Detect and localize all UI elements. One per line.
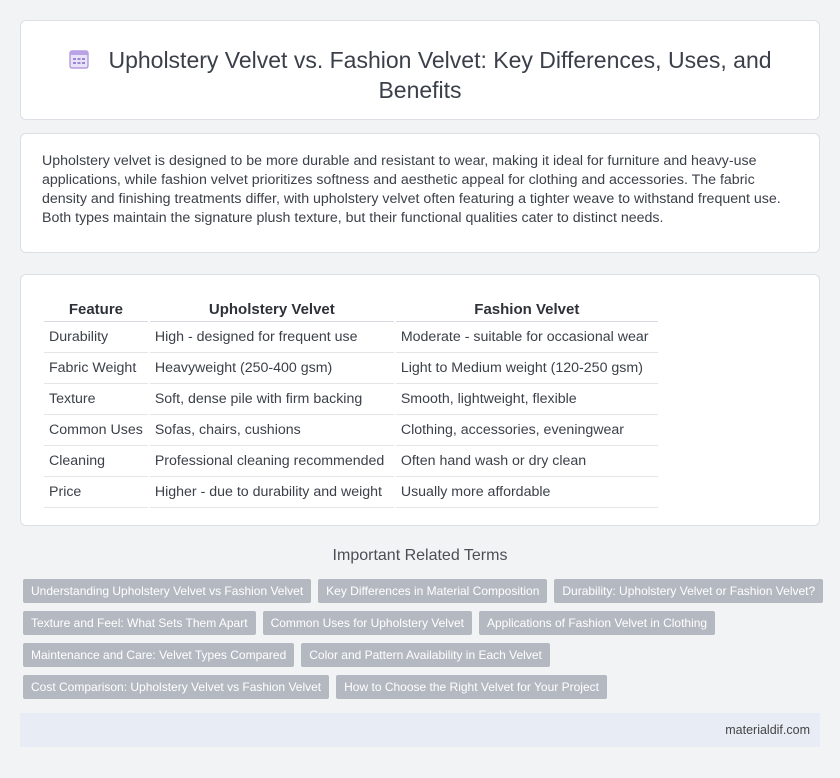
footer-bar: materialdif.com [20,713,820,747]
upholstery-cell: Heavyweight (250-400 gsm) [149,353,394,384]
title-card: Upholstery Velvet vs. Fashion Velvet: Ke… [20,20,820,120]
fashion-cell: Often hand wash or dry clean [395,446,658,477]
upholstery-cell: Soft, dense pile with firm backing [149,384,394,415]
related-term-chip[interactable]: Common Uses for Upholstery Velvet [262,611,472,635]
table-header-row: Feature Upholstery Velvet Fashion Velvet [44,294,658,322]
related-terms-row: Understanding Upholstery Velvet vs Fashi… [23,579,824,603]
header-upholstery-velvet: Upholstery Velvet [149,294,394,322]
related-term-chip[interactable]: Color and Pattern Availability in Each V… [301,643,550,667]
feature-cell: Cleaning [44,446,148,477]
related-term-chip[interactable]: Understanding Upholstery Velvet vs Fashi… [23,579,312,603]
table-row: Fabric Weight Heavyweight (250-400 gsm) … [44,353,658,384]
fashion-cell: Usually more affordable [395,477,658,508]
related-term-chip[interactable]: Maintenance and Care: Velvet Types Compa… [23,643,295,667]
related-term-chip[interactable]: Durability: Upholstery Velvet or Fashion… [554,579,824,603]
upholstery-cell: Professional cleaning recommended [149,446,394,477]
related-terms-row: Maintenance and Care: Velvet Types Compa… [23,643,550,667]
related-term-chip[interactable]: Texture and Feel: What Sets Them Apart [23,611,256,635]
page-title-wrap: Upholstery Velvet vs. Fashion Velvet: Ke… [61,45,779,105]
related-terms-heading: Important Related Terms [332,547,508,564]
feature-cell: Price [44,477,148,508]
feature-cell: Fabric Weight [44,353,148,384]
intro-paragraph: Upholstery velvet is designed to be more… [42,153,781,226]
table-row: Durability High - designed for frequent … [44,322,658,353]
table-row: Cleaning Professional cleaning recommend… [44,446,658,477]
related-term-chip[interactable]: How to Choose the Right Velvet for Your … [336,675,607,699]
related-term-chip[interactable]: Key Differences in Material Composition [318,579,548,603]
table-row: Texture Soft, dense pile with firm backi… [44,384,658,415]
fashion-cell: Light to Medium weight (120-250 gsm) [395,353,658,384]
fashion-cell: Clothing, accessories, eveningwear [395,415,658,446]
header-feature: Feature [44,294,148,322]
document-icon [69,50,90,69]
related-term-chip[interactable]: Cost Comparison: Upholstery Velvet vs Fa… [23,675,330,699]
footer-site-link[interactable]: materialdif.com [725,723,810,737]
feature-cell: Durability [44,322,148,353]
feature-cell: Texture [44,384,148,415]
table-card: Feature Upholstery Velvet Fashion Velvet… [20,274,820,526]
fashion-cell: Smooth, lightweight, flexible [395,384,658,415]
upholstery-cell: Sofas, chairs, cushions [149,415,394,446]
comparison-table: Feature Upholstery Velvet Fashion Velvet… [42,294,660,508]
related-terms-row: Cost Comparison: Upholstery Velvet vs Fa… [23,675,607,699]
related-term-chip[interactable]: Applications of Fashion Velvet in Clothi… [478,611,716,635]
feature-cell: Common Uses [44,415,148,446]
table-row: Common Uses Sofas, chairs, cushions Clot… [44,415,658,446]
related-terms-row: Texture and Feel: What Sets Them Apart C… [23,611,716,635]
intro-card: Upholstery velvet is designed to be more… [20,133,820,253]
upholstery-cell: Higher - due to durability and weight [149,477,394,508]
fashion-cell: Moderate - suitable for occasional wear [395,322,658,353]
upholstery-cell: High - designed for frequent use [149,322,394,353]
table-row: Price Higher - due to durability and wei… [44,477,658,508]
header-fashion-velvet: Fashion Velvet [395,294,658,322]
page-title: Upholstery Velvet vs. Fashion Velvet: Ke… [108,47,772,103]
